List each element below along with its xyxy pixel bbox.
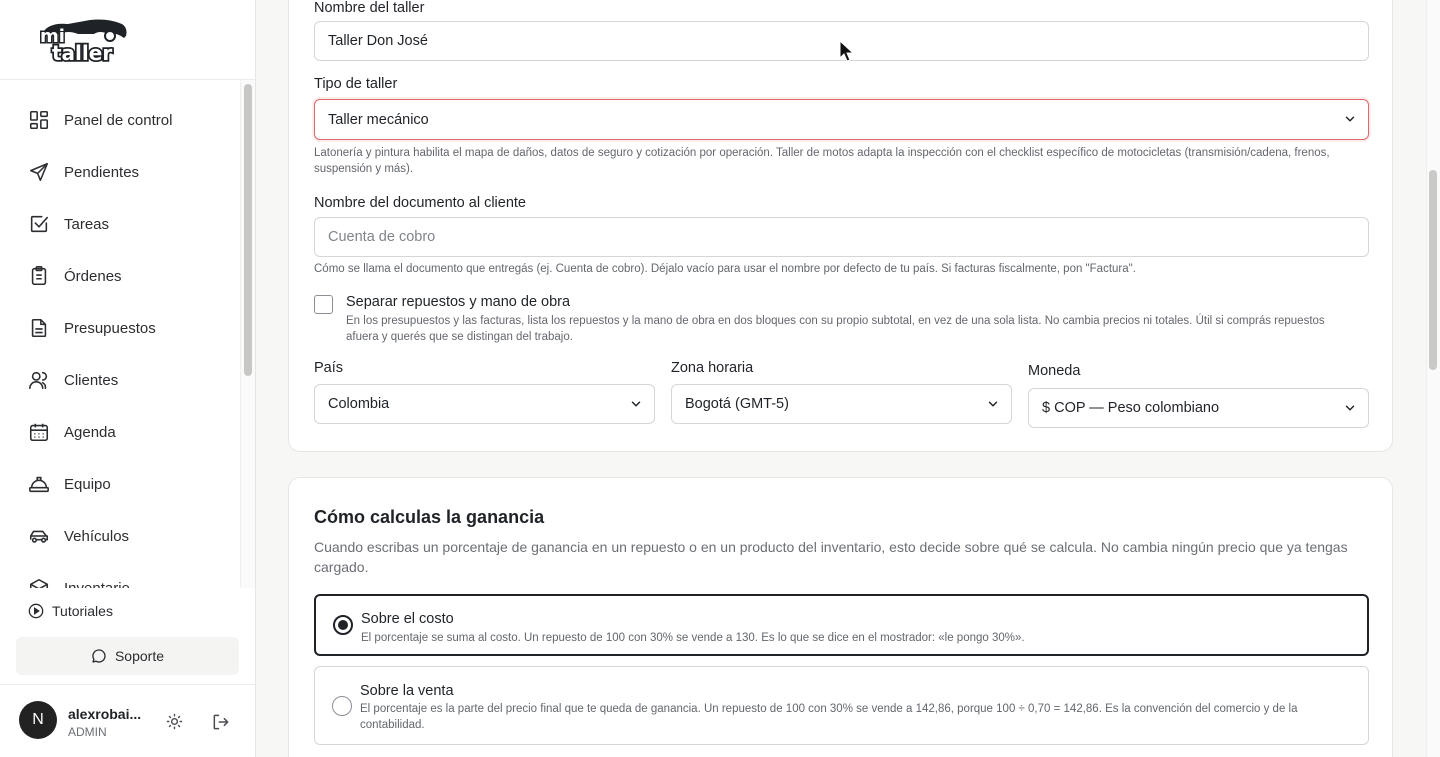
tutorials-link[interactable]: Tutoriales (28, 603, 113, 619)
sidebar-item-label: Vehículos (64, 527, 130, 545)
sidebar-item-label: Clientes (64, 371, 119, 389)
tutorials-label: Tutoriales (52, 603, 113, 619)
sidebar-item-label: Agenda (64, 423, 116, 441)
sidebar-nav: Panel de control Pendientes Tareas Órden… (0, 80, 240, 588)
sidebar-item-agenda[interactable]: Agenda (28, 418, 116, 446)
sidebar-item-label: Panel de control (64, 111, 173, 129)
sidebar-item-label: Pendientes (64, 163, 140, 181)
profit-option-cost-radio[interactable] (333, 615, 353, 635)
timezone-label: Zona horaria (671, 360, 754, 376)
sidebar-item-panel-de-control[interactable]: Panel de control (28, 106, 172, 134)
country-label: País (314, 360, 344, 376)
sidebar-item-pendientes[interactable]: Pendientes (28, 158, 139, 186)
logout-icon[interactable] (211, 712, 231, 732)
profit-settings-card: Cómo calculas la ganancia Cuando escriba… (288, 477, 1393, 757)
chevron-down-icon (988, 401, 998, 407)
shop-type-label: Tipo de taller (314, 76, 398, 92)
separate-parts-help: En los presupuestos y las facturas, list… (346, 315, 1325, 343)
page-scrollbar-thumb[interactable] (1429, 170, 1437, 370)
profit-section-description: Cuando escribas un porcentaje de gananci… (314, 539, 1348, 575)
chevron-down-icon (1345, 116, 1355, 122)
currency-select[interactable]: $ COP — Peso colombiano (1028, 388, 1369, 428)
profit-option-sale-radio[interactable] (332, 696, 352, 716)
currency-value: $ COP — Peso colombiano (1042, 400, 1220, 416)
settings-main: Nombre del taller Tipo de taller Taller … (256, 0, 1426, 757)
sidebar-item-label: Tareas (64, 215, 110, 233)
profit-option-sale[interactable]: Sobre la venta El porcentaje es la parte… (314, 666, 1369, 745)
doc-name-label: Nombre del documento al cliente (314, 195, 526, 211)
play-circle-icon (28, 603, 44, 619)
clipboard-icon (31, 266, 47, 286)
shop-type-value: Taller mecánico (328, 111, 429, 128)
sidebar-scrollbar-thumb[interactable] (244, 84, 252, 376)
chevron-down-icon (631, 401, 641, 407)
profit-option-desc: El porcentaje se suma al costo. Un repue… (361, 632, 1025, 644)
general-settings-card: Nombre del taller Tipo de taller Taller … (288, 0, 1393, 452)
sidebar-item-vehiculos[interactable]: Vehículos (28, 522, 129, 550)
user-role: ADMIN (68, 725, 107, 739)
calendar-icon (29, 423, 49, 442)
doc-name-help: Cómo se llama el documento que entregás … (314, 263, 1136, 275)
timezone-select[interactable]: Bogotá (GMT-5) (671, 384, 1012, 424)
sidebar-item-ordenes[interactable]: Órdenes (28, 262, 122, 290)
profit-option-title: Sobre el costo (361, 611, 454, 627)
sidebar-item-label: Equipo (64, 475, 111, 493)
shop-name-label: Nombre del taller (314, 0, 425, 16)
sun-icon[interactable] (166, 713, 183, 730)
car-icon (29, 530, 49, 543)
sidebar-item-label: Inventario (64, 579, 130, 589)
dashboard-icon (29, 110, 49, 130)
sidebar-item-label: Órdenes (64, 267, 122, 285)
separate-parts-checkbox[interactable] (314, 295, 333, 314)
profit-option-title: Sobre la venta (360, 683, 454, 699)
user-area: N alexrobai... ADMIN (0, 684, 255, 757)
users-icon (29, 371, 48, 390)
profit-option-cost[interactable]: Sobre el costo El porcentaje se suma al … (314, 594, 1369, 656)
timezone-value: Bogotá (GMT-5) (685, 396, 789, 412)
chevron-down-icon (1345, 405, 1355, 411)
logo-area: mi taller (0, 0, 255, 80)
sidebar-item-equipo[interactable]: Equipo (28, 470, 111, 498)
sidebar-item-clientes[interactable]: Clientes (28, 366, 118, 394)
mi-taller-logo[interactable]: mi taller (38, 16, 130, 64)
box-icon (29, 578, 49, 588)
sidebar-item-tareas[interactable]: Tareas (28, 210, 109, 238)
page-scrollbar[interactable] (1426, 0, 1440, 757)
separate-parts-label[interactable]: Separar repuestos y mano de obra (346, 294, 570, 310)
checkbox-icon (30, 215, 49, 233)
country-value: Colombia (328, 396, 390, 412)
hardhat-icon (29, 476, 49, 493)
sidebar-item-inventario[interactable]: Inventario (28, 574, 130, 588)
send-icon (29, 162, 49, 182)
support-label: Soporte (114, 648, 165, 664)
shop-type-help: Latonería y pintura habilita el mapa de … (314, 147, 1330, 175)
sidebar-item-label: Presupuestos (64, 319, 156, 337)
svg-text:taller: taller (52, 41, 112, 64)
chat-bubble-icon (92, 649, 106, 663)
profit-option-desc: El porcentaje es la parte del precio fin… (360, 703, 1298, 731)
sidebar: mi taller Panel de control Pendientes Ta… (0, 0, 256, 757)
sidebar-item-presupuestos[interactable]: Presupuestos (28, 314, 156, 342)
shop-type-select[interactable]: Taller mecánico (314, 99, 1369, 140)
country-select[interactable]: Colombia (314, 384, 655, 424)
document-icon (31, 318, 47, 338)
doc-name-input[interactable] (314, 217, 1369, 257)
support-button[interactable]: Soporte (16, 637, 239, 675)
currency-label: Moneda (1028, 363, 1081, 379)
user-name: alexrobai... (68, 706, 142, 722)
avatar[interactable]: N (19, 701, 57, 739)
mouse-cursor-icon (839, 40, 855, 62)
profit-section-title: Cómo calculas la ganancia (314, 507, 545, 527)
